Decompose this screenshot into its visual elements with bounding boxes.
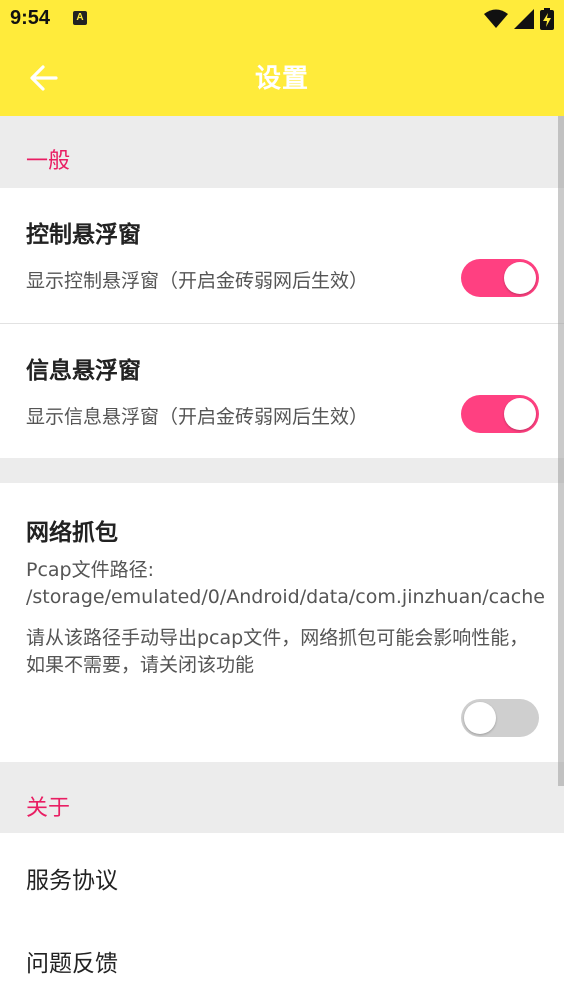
toggle-knob (504, 262, 536, 294)
page-title: 设置 (254, 64, 309, 94)
app-bar: 设置 (0, 38, 564, 116)
setting-title: 控制悬浮窗 (26, 222, 141, 248)
about-list: 服务协议 问题反馈 (0, 833, 564, 1004)
list-item-feedback[interactable]: 问题反馈 (0, 919, 564, 1004)
toggle-knob (504, 398, 536, 430)
list-item-terms[interactable]: 服务协议 (0, 833, 564, 919)
settings-card-packet-capture: 网络抓包 Pcap文件路径: /storage/emulated/0/Andro… (0, 483, 564, 762)
setting-info-float[interactable]: 信息悬浮窗 显示信息悬浮窗（开启金砖弱网后生效） (0, 324, 564, 458)
settings-card-floats: 控制悬浮窗 显示控制悬浮窗（开启金砖弱网后生效） 信息悬浮窗 显示信息悬浮窗（开… (0, 188, 564, 458)
pcap-note-text: 请从该路径手动导出pcap文件，网络抓包可能会影响性能，如果不需要，请关闭该功能 (26, 627, 529, 676)
pcap-path-text: Pcap文件路径: /storage/emulated/0/Android/da… (26, 559, 545, 608)
toggle-knob (464, 702, 496, 734)
signal-icon (514, 9, 534, 29)
setting-control-float[interactable]: 控制悬浮窗 显示控制悬浮窗（开启金砖弱网后生效） (0, 188, 564, 323)
setting-title: 信息悬浮窗 (26, 358, 141, 384)
control-float-toggle[interactable] (461, 259, 539, 297)
battery-charging-icon (540, 8, 554, 30)
section-title-about: 关于 (26, 796, 71, 821)
setting-subtitle: 显示控制悬浮窗（开启金砖弱网后生效） (26, 270, 369, 292)
section-title-general: 一般 (26, 149, 71, 174)
scrollbar[interactable] (558, 116, 564, 786)
notification-icon: A (73, 11, 87, 25)
info-float-toggle[interactable] (461, 395, 539, 433)
packet-capture-toggle[interactable] (461, 699, 539, 737)
status-bar: 9:54 A (0, 0, 564, 38)
setting-title: 网络抓包 (26, 520, 118, 546)
section-header-general: 一般 (0, 116, 564, 188)
list-item-label: 服务协议 (26, 868, 118, 894)
list-item-label: 问题反馈 (26, 951, 118, 977)
wifi-icon (484, 9, 508, 28)
section-header-about: 关于 (0, 762, 564, 833)
status-time: 9:54 (10, 7, 51, 29)
setting-subtitle: 显示信息悬浮窗（开启金砖弱网后生效） (26, 406, 369, 428)
status-icons (484, 8, 554, 30)
